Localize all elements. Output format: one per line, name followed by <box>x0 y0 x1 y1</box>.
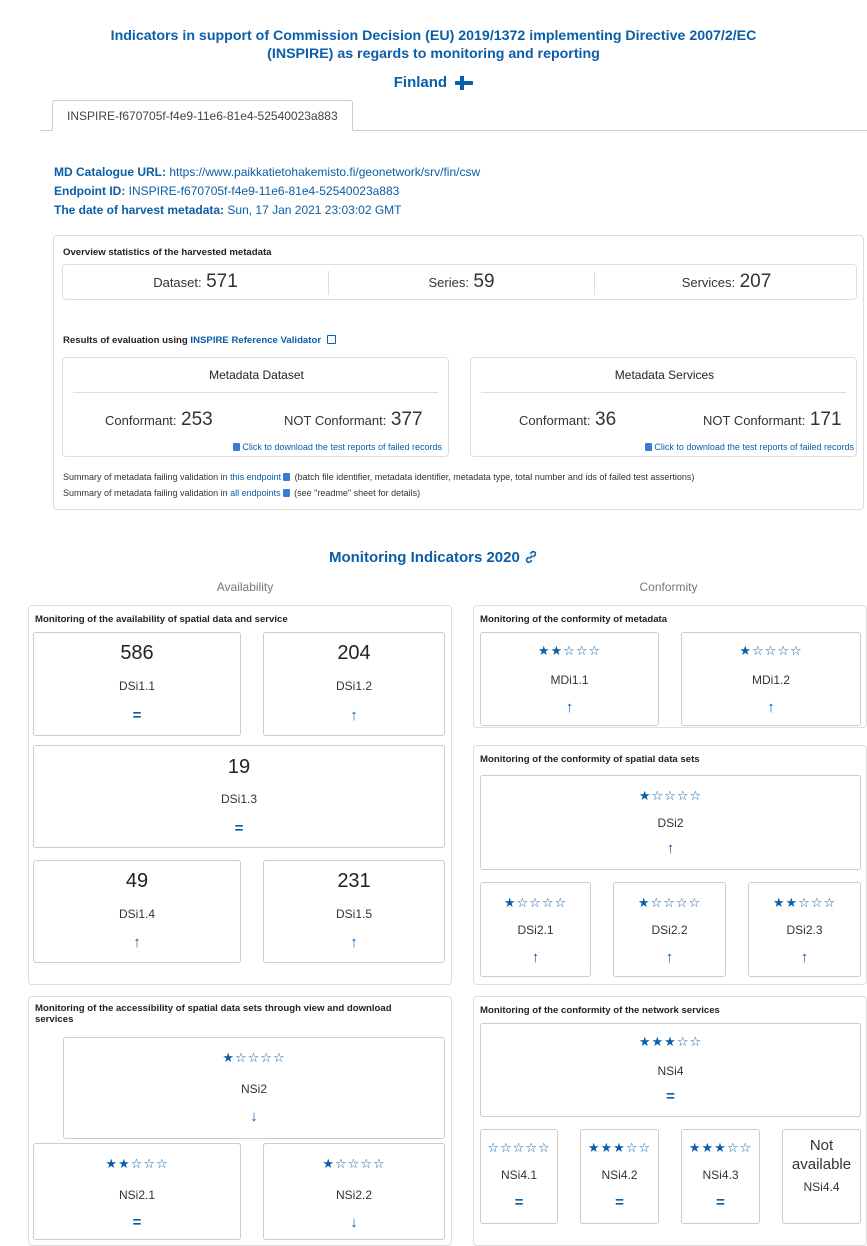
external-link-icon[interactable] <box>326 335 336 344</box>
summary-all-endpoints: Summary of metadata failing validation i… <box>63 488 421 498</box>
indicator-dsi1-2[interactable]: 204 DSi1.2 ↑ <box>263 632 445 736</box>
divider <box>481 392 846 393</box>
star-rating-icon: ★★☆☆☆ <box>537 643 602 658</box>
trend-equal-icon: = <box>615 1194 624 1211</box>
indicator-dsi1-4[interactable]: 49 DSi1.4 ↑ <box>33 860 241 963</box>
summary-this-endpoint: Summary of metadata failing validation i… <box>63 472 695 482</box>
not-available-text: Not available <box>791 1137 852 1173</box>
trend-up-icon: ↑ <box>133 934 141 951</box>
page-title: Indicators in support of Commission Deci… <box>110 28 757 62</box>
star-rating-icon: ★★☆☆☆ <box>105 1156 169 1171</box>
this-endpoint-link[interactable]: this endpoint <box>230 472 281 482</box>
validator-results-heading: Results of evaluation using INSPIRE Refe… <box>63 335 336 346</box>
metadata-dataset-box: Metadata Dataset Conformant: 253 NOT Con… <box>62 357 449 457</box>
tab-endpoint[interactable]: INSPIRE-f670705f-f4e9-11e6-81e4-52540023… <box>52 100 353 131</box>
trend-down-icon: ↓ <box>250 1108 258 1125</box>
indicator-dsi2-3[interactable]: ★★☆☆☆ DSi2.3 ↑ <box>748 882 861 977</box>
dataset-count: Dataset: 571 <box>153 271 238 292</box>
indicator-nsi4-4[interactable]: Not available NSi4.4 <box>782 1129 861 1224</box>
indicator-dsi1-5[interactable]: 231 DSi1.5 ↑ <box>263 860 445 963</box>
indicator-nsi4-3[interactable]: ★★★☆☆ NSi4.3 = <box>681 1129 760 1224</box>
trend-down-icon: ↓ <box>350 1214 358 1231</box>
download-file-icon <box>233 443 241 451</box>
indicator-dsi1-1[interactable]: 586 DSi1.1 = <box>33 632 241 736</box>
services-not-conformant: NOT Conformant: 171 <box>703 409 842 430</box>
trend-equal-icon: = <box>514 1194 524 1211</box>
star-rating-icon: ★☆☆☆☆ <box>638 788 703 803</box>
indicator-mdi1-1[interactable]: ★★☆☆☆ MDi1.1 ↑ <box>480 632 659 726</box>
star-rating-icon: ★☆☆☆☆ <box>503 895 568 910</box>
trend-up-icon: ↑ <box>665 949 674 966</box>
overview-card: Overview statistics of the harvested met… <box>53 235 864 510</box>
trend-up-icon: ↑ <box>350 707 358 724</box>
trend-up-icon: ↑ <box>565 699 574 716</box>
star-rating-icon: ★★☆☆☆ <box>772 895 837 910</box>
download-file-icon <box>645 443 653 451</box>
catalogue-url-row: MD Catalogue URL: https://www.paikkatiet… <box>54 165 481 179</box>
indicator-nsi4-1[interactable]: ☆☆☆☆☆ NSi4.1 = <box>480 1129 558 1224</box>
catalogue-url-link[interactable]: https://www.paikkatietohakemisto.fi/geon… <box>169 165 480 179</box>
trend-up-icon: ↑ <box>350 934 358 951</box>
trend-up-icon: ↑ <box>531 949 540 966</box>
indicator-dsi2[interactable]: ★☆☆☆☆ DSi2 ↑ <box>480 775 861 870</box>
trend-equal-icon: = <box>132 707 142 724</box>
download-file-icon[interactable] <box>282 489 290 497</box>
trend-equal-icon: = <box>716 1194 725 1211</box>
indicator-nsi2-2[interactable]: ★☆☆☆☆ NSi2.2 ↓ <box>263 1143 445 1240</box>
star-rating-icon: ★☆☆☆☆ <box>222 1050 286 1065</box>
indicator-dsi2-2[interactable]: ★☆☆☆☆ DSi2.2 ↑ <box>613 882 726 977</box>
star-rating-icon: ★★★☆☆ <box>587 1140 652 1155</box>
dataset-not-conformant: NOT Conformant: 377 <box>284 409 423 430</box>
all-endpoints-link[interactable]: all endpoints <box>230 488 281 498</box>
indicator-nsi4[interactable]: ★★★☆☆ NSi4 = <box>480 1023 861 1117</box>
overview-title: Overview statistics of the harvested met… <box>63 247 272 258</box>
harvest-date-row: The date of harvest metadata: Sun, 17 Ja… <box>54 203 402 217</box>
country-heading: Finland <box>0 74 867 91</box>
star-rating-icon: ★☆☆☆☆ <box>739 643 803 658</box>
overview-stats: Dataset: 571 Series: 59 Services: 207 <box>62 264 857 300</box>
dataset-download-link[interactable]: Click to download the test reports of fa… <box>231 442 442 452</box>
indicator-nsi2-1[interactable]: ★★☆☆☆ NSi2.1 = <box>33 1143 241 1240</box>
indicator-dsi1-3[interactable]: 19 DSi1.3 = <box>33 745 445 848</box>
star-rating-icon: ★★★☆☆ <box>688 1140 753 1155</box>
conformity-heading: Conformity <box>639 580 698 594</box>
indicator-dsi2-1[interactable]: ★☆☆☆☆ DSi2.1 ↑ <box>480 882 591 977</box>
trend-equal-icon: = <box>132 1214 142 1231</box>
trend-up-icon: ↑ <box>800 949 809 966</box>
trend-up-icon: ↑ <box>666 840 675 857</box>
monitoring-title: Monitoring Indicators 2020 <box>0 549 867 566</box>
trend-equal-icon: = <box>234 820 244 837</box>
star-rating-icon: ☆☆☆☆☆ <box>487 1140 551 1155</box>
series-count: Series: 59 <box>428 271 495 292</box>
metadata-services-title: Metadata Services <box>614 368 715 382</box>
dataset-conformant: Conformant: 253 <box>105 409 213 430</box>
indicator-mdi1-2[interactable]: ★☆☆☆☆ MDi1.2 ↑ <box>681 632 861 726</box>
validator-link[interactable]: INSPIRE Reference Validator <box>190 335 321 346</box>
endpoint-tab-bar: INSPIRE-f670705f-f4e9-11e6-81e4-52540023… <box>40 100 867 131</box>
link-icon[interactable] <box>524 550 538 564</box>
metadata-dataset-title: Metadata Dataset <box>209 368 304 382</box>
star-rating-icon: ★☆☆☆☆ <box>637 895 702 910</box>
indicator-nsi2[interactable]: ★☆☆☆☆ NSi2 ↓ <box>63 1037 445 1139</box>
finland-flag-icon <box>455 76 474 90</box>
star-rating-icon: ★★★☆☆ <box>638 1034 703 1049</box>
divider <box>73 392 438 393</box>
indicator-nsi4-2[interactable]: ★★★☆☆ NSi4.2 = <box>580 1129 659 1224</box>
services-count: Services: 207 <box>681 271 772 292</box>
metadata-services-box: Metadata Services Conformant: 36 NOT Con… <box>470 357 857 457</box>
availability-heading: Availability <box>216 580 274 594</box>
services-conformant: Conformant: 36 <box>519 409 617 430</box>
services-download-link[interactable]: Click to download the test reports of fa… <box>643 442 854 452</box>
download-file-icon[interactable] <box>283 473 291 481</box>
trend-equal-icon: = <box>666 1088 675 1105</box>
endpoint-id-row: Endpoint ID: INSPIRE-f670705f-f4e9-11e6-… <box>54 184 400 198</box>
star-rating-icon: ★☆☆☆☆ <box>322 1156 386 1171</box>
trend-up-icon: ↑ <box>767 699 775 716</box>
